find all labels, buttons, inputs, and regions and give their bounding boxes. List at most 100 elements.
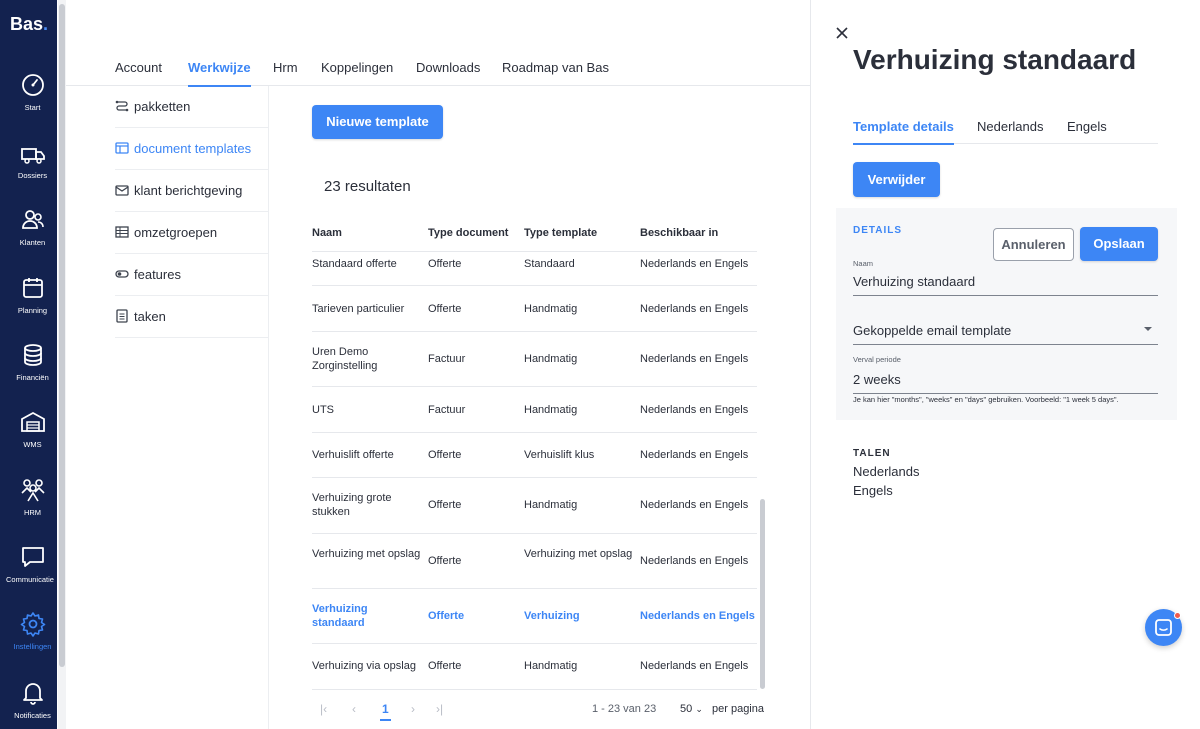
tab-hrm[interactable]: Hrm bbox=[273, 60, 298, 85]
cell-type-template: Handmatig bbox=[524, 353, 578, 365]
verval-periode-field[interactable]: 2 weeks bbox=[853, 372, 1158, 394]
table-row[interactable]: Verhuislift offerte Offerte Verhuislift … bbox=[312, 433, 757, 478]
cell-naam: Verhuislift offerte bbox=[312, 449, 394, 461]
cell-naam: Uren Demo Zorginstelling bbox=[312, 346, 378, 372]
tab-werkwijze[interactable]: Werkwijze bbox=[188, 60, 251, 87]
nav-item-dossiers[interactable]: Dossiers bbox=[0, 140, 65, 198]
envelope-icon bbox=[115, 185, 129, 196]
app-logo[interactable]: Bas. bbox=[10, 14, 48, 35]
nav-item-start[interactable]: Start bbox=[0, 72, 65, 130]
table-row[interactable]: Standaard offerte Offerte Standaard Nede… bbox=[312, 252, 757, 286]
name-label: Naam bbox=[853, 259, 874, 268]
save-button[interactable]: Opslaan bbox=[1080, 227, 1158, 261]
nav-item-klanten[interactable]: Klanten bbox=[0, 207, 65, 265]
submenu-item-label: features bbox=[134, 267, 181, 282]
cell-type-template: Verhuislift klus bbox=[524, 449, 595, 461]
new-template-button[interactable]: Nieuwe template bbox=[312, 105, 443, 139]
settings-tabs: Account Werkwijze Hrm Koppelingen Downlo… bbox=[66, 48, 810, 87]
nav-item-financien[interactable]: Financiën bbox=[0, 342, 65, 400]
tab-account[interactable]: Account bbox=[115, 60, 162, 85]
column-header-naam[interactable]: Naam bbox=[312, 227, 422, 239]
submenu-item-label: pakketten bbox=[134, 99, 191, 114]
cell-naam: Tarieven particulier bbox=[312, 303, 405, 315]
tab-engels[interactable]: Engels bbox=[1067, 119, 1107, 143]
submenu-item-label: klant berichtgeving bbox=[134, 183, 243, 198]
cancel-button[interactable]: Annuleren bbox=[993, 228, 1074, 261]
submenu-item-label: taken bbox=[134, 309, 166, 324]
per-page-select[interactable]: 50 ⌄ bbox=[680, 703, 703, 715]
cell-naam: Verhuizing grote stukken bbox=[312, 492, 392, 518]
nav-item-label: Communicatie bbox=[6, 575, 54, 584]
column-header-type-document[interactable]: Type document bbox=[428, 227, 518, 239]
cell-naam: UTS bbox=[312, 404, 334, 416]
tab-downloads[interactable]: Downloads bbox=[416, 60, 480, 85]
delete-button[interactable]: Verwijder bbox=[853, 162, 940, 197]
column-header-type-template[interactable]: Type template bbox=[524, 227, 634, 239]
panel-title: Verhuizing standaard bbox=[853, 44, 1137, 75]
submenu-item-omzetgroepen[interactable]: omzetgroepen bbox=[115, 212, 268, 254]
chevron-down-icon: ⌄ bbox=[695, 704, 703, 714]
cell-type-document: Factuur bbox=[428, 404, 466, 416]
tab-template-details[interactable]: Template details bbox=[853, 119, 954, 145]
werkwijze-submenu: pakketten document templates klant beric… bbox=[115, 86, 268, 338]
next-page-icon[interactable]: › bbox=[411, 702, 415, 716]
tab-koppelingen[interactable]: Koppelingen bbox=[321, 60, 393, 85]
table-row-selected[interactable]: Verhuizing standaard Offerte Verhuizing … bbox=[312, 589, 757, 644]
users-icon bbox=[22, 210, 44, 229]
cell-type-template: Handmatig bbox=[524, 303, 578, 315]
tab-nederlands[interactable]: Nederlands bbox=[977, 119, 1044, 143]
cell-type-template: Standaard bbox=[524, 258, 575, 270]
table-row[interactable]: Uren Demo Zorginstelling Factuur Handmat… bbox=[312, 332, 757, 387]
table-scrollbar-thumb[interactable] bbox=[760, 499, 765, 689]
cell-type-document: Offerte bbox=[428, 258, 462, 270]
submenu-item-klant-berichtgeving[interactable]: klant berichtgeving bbox=[115, 170, 268, 212]
cell-beschikbaar-in: Nederlands en Engels bbox=[640, 660, 749, 672]
table-row[interactable]: UTS Factuur Handmatig Nederlands en Enge… bbox=[312, 387, 757, 433]
cell-naam: Verhuizing via opslag bbox=[312, 660, 416, 672]
cell-beschikbaar-in: Nederlands en Engels bbox=[640, 404, 749, 416]
email-template-select[interactable]: Gekoppelde email template bbox=[853, 323, 1158, 345]
table-row[interactable]: Verhuizing via opslag Offerte Handmatig … bbox=[312, 644, 757, 690]
cell-type-document: Offerte bbox=[428, 610, 465, 622]
warehouse-icon bbox=[21, 411, 45, 432]
nav-item-notificaties[interactable]: Notificaties bbox=[0, 680, 65, 729]
column-header-beschikbaar-in[interactable]: Beschikbaar in bbox=[640, 227, 770, 239]
table-scrollbar[interactable] bbox=[760, 214, 766, 690]
email-template-placeholder: Gekoppelde email template bbox=[853, 323, 1012, 338]
tab-roadmap-van-bas[interactable]: Roadmap van Bas bbox=[502, 60, 609, 85]
nav-scrollbar[interactable] bbox=[58, 0, 66, 729]
submenu-item-document-templates[interactable]: document templates bbox=[115, 128, 268, 170]
name-field[interactable]: Verhuizing standaard bbox=[853, 274, 1158, 296]
close-icon[interactable] bbox=[833, 24, 851, 42]
verval-periode-hint: Je kan hier "months", "weeks" en "days" … bbox=[853, 395, 1119, 404]
cell-type-document: Offerte bbox=[428, 660, 462, 672]
main-navigation: Bas. Start Dossiers Klanten Planning Fin… bbox=[0, 0, 57, 729]
templates-table: Naam Type document Type template Beschik… bbox=[312, 214, 757, 690]
submenu-item-features[interactable]: features bbox=[115, 254, 268, 296]
coins-icon bbox=[24, 344, 42, 366]
cell-beschikbaar-in: Nederlands en Engels bbox=[640, 449, 749, 461]
table-row[interactable]: Tarieven particulier Offerte Handmatig N… bbox=[312, 286, 757, 332]
per-page-value: 50 bbox=[680, 703, 693, 715]
last-page-icon[interactable]: ›| bbox=[436, 702, 443, 716]
cell-naam: Standaard offerte bbox=[312, 258, 397, 270]
nav-item-communicatie[interactable]: Communicatie bbox=[0, 544, 65, 602]
results-count: 23 resultaten bbox=[324, 178, 411, 195]
first-page-icon[interactable]: |‹ bbox=[320, 702, 327, 716]
nav-item-instellingen[interactable]: Instellingen bbox=[0, 611, 65, 669]
checklist-icon bbox=[116, 309, 128, 323]
submenu-item-pakketten[interactable]: pakketten bbox=[115, 86, 268, 128]
prev-page-icon[interactable]: ‹ bbox=[352, 702, 356, 716]
cell-type-document: Offerte bbox=[428, 499, 462, 511]
submenu-item-taken[interactable]: taken bbox=[115, 296, 268, 338]
dashboard-gauge-icon bbox=[22, 74, 44, 96]
nav-item-planning[interactable]: Planning bbox=[0, 275, 65, 333]
table-row[interactable]: Verhuizing grote stukken Offerte Handmat… bbox=[312, 478, 757, 534]
nav-item-wms[interactable]: WMS bbox=[0, 409, 65, 467]
cell-naam: Verhuizing standaard bbox=[312, 603, 368, 629]
nav-scrollbar-thumb[interactable] bbox=[59, 4, 65, 667]
table-row[interactable]: Verhuizing met opslag Offerte Verhuizing… bbox=[312, 534, 757, 589]
submenu-item-label: document templates bbox=[134, 141, 252, 156]
nav-item-hrm[interactable]: HRM bbox=[0, 477, 65, 535]
page-number-current[interactable]: 1 bbox=[380, 702, 391, 721]
